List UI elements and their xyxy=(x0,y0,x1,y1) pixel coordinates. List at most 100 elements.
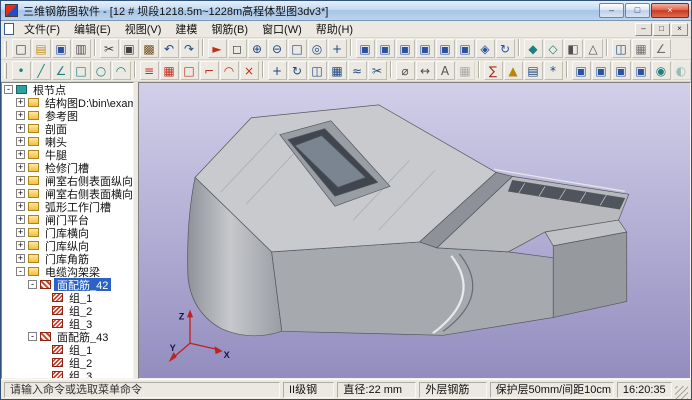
tree-item[interactable]: +牛腿 xyxy=(2,148,133,161)
render-view-button[interactable]: ◉ xyxy=(652,61,671,80)
tree-item[interactable]: +结构图D:\bin\example xyxy=(2,96,133,109)
pan-button[interactable]: + xyxy=(328,39,347,58)
mdi-minimize-button[interactable]: – xyxy=(635,23,652,36)
expand-toggle-icon[interactable]: + xyxy=(16,137,25,146)
hidden-line-mode-button[interactable]: ◧ xyxy=(564,39,583,58)
expand-toggle-icon[interactable]: + xyxy=(16,254,25,263)
menu-item-6[interactable]: 窗口(W) xyxy=(255,20,309,38)
cut-button[interactable]: ✂ xyxy=(100,39,119,58)
rebar-arc-button[interactable]: ◠ xyxy=(220,61,239,80)
rebar-mesh-button[interactable]: ▦ xyxy=(160,61,179,80)
rebar-export-button[interactable]: ▲ xyxy=(504,61,523,80)
new-file-button[interactable]: □ xyxy=(12,39,31,58)
draw-polyline-button[interactable]: ∠ xyxy=(52,61,71,80)
expand-toggle-icon[interactable]: - xyxy=(4,85,13,94)
zoom-in-button[interactable]: ⊕ xyxy=(248,39,267,58)
model-tree-toggle-button[interactable]: ◫ xyxy=(612,39,631,58)
tree-item[interactable]: -面配筋_42 xyxy=(2,278,133,291)
tree-item[interactable]: +闸门平台 xyxy=(2,213,133,226)
trim-tool-button[interactable]: ✂ xyxy=(368,61,387,80)
snap-toggle-button[interactable]: ∠ xyxy=(652,39,671,58)
mdi-close-button[interactable]: × xyxy=(671,23,688,36)
view-sw-iso-button[interactable]: ▣ xyxy=(632,61,651,80)
shaded-mode-button[interactable]: ◆ xyxy=(524,39,543,58)
toolbar-grip[interactable] xyxy=(4,63,7,79)
view-se-iso-button[interactable]: ▣ xyxy=(612,61,631,80)
draw-rect-button[interactable]: □ xyxy=(72,61,91,80)
array-tool-button[interactable]: ▦ xyxy=(328,61,347,80)
tree-item[interactable]: +检修门槽 xyxy=(2,161,133,174)
tree-item[interactable]: 组_3 xyxy=(2,369,133,379)
text-tool-button[interactable]: A xyxy=(436,61,455,80)
save-file-button[interactable]: ▣ xyxy=(52,39,71,58)
mirror-tool-button[interactable]: ◫ xyxy=(308,61,327,80)
view-rotate-button[interactable]: ↻ xyxy=(496,39,515,58)
measure-tool-button[interactable]: ⌀ xyxy=(396,61,415,80)
expand-toggle-icon[interactable]: - xyxy=(16,267,25,276)
view-nw-iso-button[interactable]: ▣ xyxy=(592,61,611,80)
menu-item-1[interactable]: 文件(F) xyxy=(17,20,67,38)
draw-line-button[interactable]: ╱ xyxy=(32,61,51,80)
wireframe-mode-button[interactable]: ◇ xyxy=(544,39,563,58)
zoom-window-button[interactable]: □ xyxy=(288,39,307,58)
toolbar-grip[interactable] xyxy=(4,41,7,57)
perspective-mode-button[interactable]: △ xyxy=(584,39,603,58)
mdi-restore-button[interactable]: □ xyxy=(653,23,670,36)
view-bottom-button[interactable]: ▣ xyxy=(416,39,435,58)
tree-item[interactable]: 组_1 xyxy=(2,343,133,356)
move-tool-button[interactable]: + xyxy=(268,61,287,80)
tree-item[interactable]: +门库横向 xyxy=(2,226,133,239)
draw-circle-button[interactable]: ○ xyxy=(92,61,111,80)
tree-item[interactable]: -根节点 xyxy=(2,83,133,96)
select-box-button[interactable]: ◻ xyxy=(228,39,247,58)
view-top-button[interactable]: ▣ xyxy=(396,39,415,58)
command-prompt[interactable]: 请输入命令或选取菜单命令 xyxy=(4,382,280,398)
grid-toggle-button[interactable]: ▦ xyxy=(632,39,651,58)
resize-grip[interactable] xyxy=(675,386,688,399)
expand-toggle-icon[interactable]: + xyxy=(16,150,25,159)
view-iso-button[interactable]: ◈ xyxy=(476,39,495,58)
viewport-3d[interactable]: Z Y X xyxy=(138,82,691,379)
menu-item-2[interactable]: 编辑(E) xyxy=(67,20,118,38)
tree-item[interactable]: 组_3 xyxy=(2,317,133,330)
tree-item[interactable]: +闸室右侧表面横向 xyxy=(2,187,133,200)
print-button[interactable]: ▥ xyxy=(72,39,91,58)
expand-toggle-icon[interactable]: + xyxy=(16,163,25,172)
view-ne-iso-button[interactable]: ▣ xyxy=(572,61,591,80)
zoom-out-button[interactable]: ⊖ xyxy=(268,39,287,58)
tree-item[interactable]: +喇头 xyxy=(2,135,133,148)
rotate-tool-button[interactable]: ↻ xyxy=(288,61,307,80)
tree-item[interactable]: +门库纵向 xyxy=(2,239,133,252)
menu-item-5[interactable]: 钢筋(B) xyxy=(204,20,255,38)
close-button[interactable]: × xyxy=(651,3,689,18)
options-button[interactable]: * xyxy=(544,61,563,80)
expand-toggle-icon[interactable]: + xyxy=(16,189,25,198)
expand-toggle-icon[interactable]: + xyxy=(16,241,25,250)
rebar-straight-button[interactable]: ≡ xyxy=(140,61,159,80)
menu-item-7[interactable]: 帮助(H) xyxy=(309,20,360,38)
expand-toggle-icon[interactable]: + xyxy=(16,215,25,224)
expand-toggle-icon[interactable]: - xyxy=(28,280,37,289)
view-front-button[interactable]: ▣ xyxy=(356,39,375,58)
tree-item[interactable]: 组_2 xyxy=(2,304,133,317)
expand-toggle-icon[interactable]: - xyxy=(28,332,37,341)
expand-toggle-icon[interactable]: + xyxy=(16,111,25,120)
layer-manager-button[interactable]: ▤ xyxy=(524,61,543,80)
tree-item[interactable]: +参考图 xyxy=(2,109,133,122)
minimize-button[interactable]: – xyxy=(599,3,624,18)
view-right-button[interactable]: ▣ xyxy=(456,39,475,58)
tree-item[interactable]: 组_2 xyxy=(2,356,133,369)
view-back-button[interactable]: ▣ xyxy=(376,39,395,58)
rebar-stirrup-button[interactable]: □ xyxy=(180,61,199,80)
menu-item-3[interactable]: 视图(V) xyxy=(118,20,169,38)
view-left-button[interactable]: ▣ xyxy=(436,39,455,58)
expand-toggle-icon[interactable]: + xyxy=(16,202,25,211)
rebar-sum-button[interactable]: ∑ xyxy=(484,61,503,80)
rebar-delete-button[interactable]: × xyxy=(240,61,259,80)
rebar-bent-button[interactable]: ⌐ xyxy=(200,61,219,80)
expand-toggle-icon[interactable]: + xyxy=(16,124,25,133)
copy-button[interactable]: ▣ xyxy=(120,39,139,58)
open-file-button[interactable]: ▤ xyxy=(32,39,51,58)
draw-arc-button[interactable]: ◠ xyxy=(112,61,131,80)
zoom-extents-button[interactable]: ◎ xyxy=(308,39,327,58)
